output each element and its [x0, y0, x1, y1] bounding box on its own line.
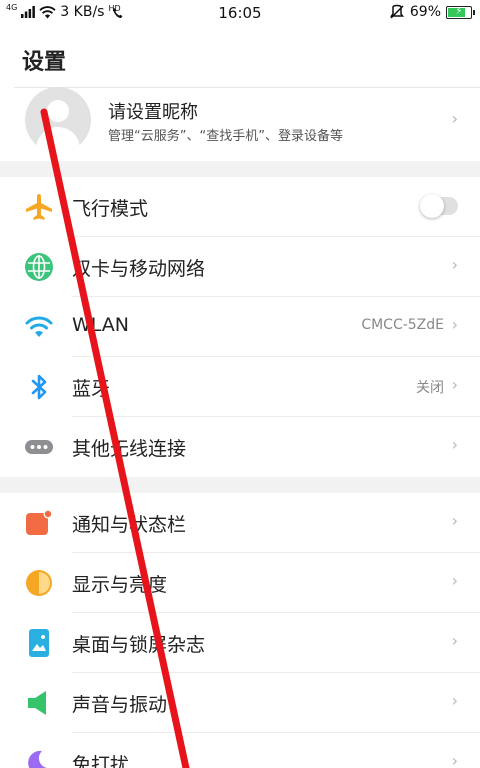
notifications-label: 通知与状态栏: [72, 514, 187, 536]
status-bar: 4G 3 KB/s HD 16:05 69% ⚡: [0, 0, 480, 26]
account-subtitle: 管理“云服务”、“查找手机”、登录设备等: [108, 129, 343, 144]
settings-row-wallpaper[interactable]: 桌面与锁屏杂志 ›: [0, 613, 480, 673]
chevron-right-icon: ›: [451, 691, 458, 710]
speaker-icon: [28, 691, 46, 715]
status-right: 69% ⚡: [389, 4, 475, 20]
airplane-mode-toggle[interactable]: [420, 194, 458, 218]
airplane-mode-label: 飞行模式: [72, 198, 149, 220]
moon-icon: [28, 750, 51, 768]
settings-row-airplane-mode[interactable]: 飞行模式: [0, 177, 480, 237]
chevron-right-icon: ›: [451, 315, 458, 334]
divider: [14, 87, 480, 88]
wlan-label: WLAN: [72, 314, 130, 336]
more-dots-icon: [25, 440, 53, 454]
brightness-icon: [26, 570, 52, 596]
settings-row-dual-sim[interactable]: 双卡与移动网络 ›: [0, 237, 480, 297]
wallpaper-icon: [29, 629, 49, 657]
settings-row-wlan[interactable]: WLAN CMCC-5ZdE ›: [0, 297, 480, 357]
chevron-right-icon: ›: [451, 631, 458, 650]
notification-icon: [26, 509, 53, 535]
vibrate-mode-icon: [389, 4, 404, 19]
chevron-right-icon: ›: [451, 109, 458, 128]
wallpaper-label: 桌面与锁屏杂志: [72, 634, 206, 656]
bluetooth-label: 蓝牙: [72, 378, 111, 400]
charging-bolt-icon: ⚡: [455, 6, 463, 17]
battery-icon: ⚡: [446, 5, 475, 19]
do-not-disturb-label: 免打扰: [72, 754, 130, 768]
wlan-network-name: CMCC-5ZdE: [361, 317, 444, 333]
account-row[interactable]: 请设置昵称 管理“云服务”、“查找手机”、登录设备等 ›: [0, 87, 480, 161]
settings-row-notifications[interactable]: 通知与状态栏 ›: [0, 493, 480, 553]
chevron-right-icon: ›: [451, 511, 458, 530]
chevron-right-icon: ›: [451, 255, 458, 274]
avatar-head-shape: [47, 100, 69, 122]
chevron-right-icon: ›: [451, 435, 458, 454]
display-label: 显示与亮度: [72, 574, 168, 596]
avatar-body-shape: [36, 127, 80, 153]
other-wireless-label: 其他无线连接: [72, 438, 187, 460]
globe-icon: [25, 253, 53, 281]
sound-label: 声音与振动: [72, 694, 168, 716]
airplane-icon: [26, 194, 52, 220]
toggle-knob: [420, 194, 444, 218]
settings-row-display[interactable]: 显示与亮度 ›: [0, 553, 480, 613]
battery-percent: 69%: [409, 4, 441, 20]
account-nickname: 请设置昵称: [108, 102, 198, 123]
page-title: 设置: [22, 50, 67, 75]
wifi-icon: [25, 316, 53, 337]
bluetooth-status: 关闭: [416, 380, 444, 396]
group-separator: [0, 161, 480, 177]
avatar[interactable]: [25, 87, 91, 153]
settings-row-do-not-disturb[interactable]: 免打扰 ›: [0, 733, 480, 768]
bluetooth-icon: [31, 374, 47, 400]
chevron-right-icon: ›: [451, 571, 458, 590]
chevron-right-icon: ›: [451, 375, 458, 394]
dual-sim-label: 双卡与移动网络: [72, 258, 206, 280]
group-separator: [0, 477, 480, 493]
settings-row-other-wireless[interactable]: 其他无线连接 ›: [0, 417, 480, 477]
chevron-right-icon: ›: [451, 751, 458, 768]
settings-row-bluetooth[interactable]: 蓝牙 关闭 ›: [0, 357, 480, 417]
settings-row-sound[interactable]: 声音与振动 ›: [0, 673, 480, 733]
